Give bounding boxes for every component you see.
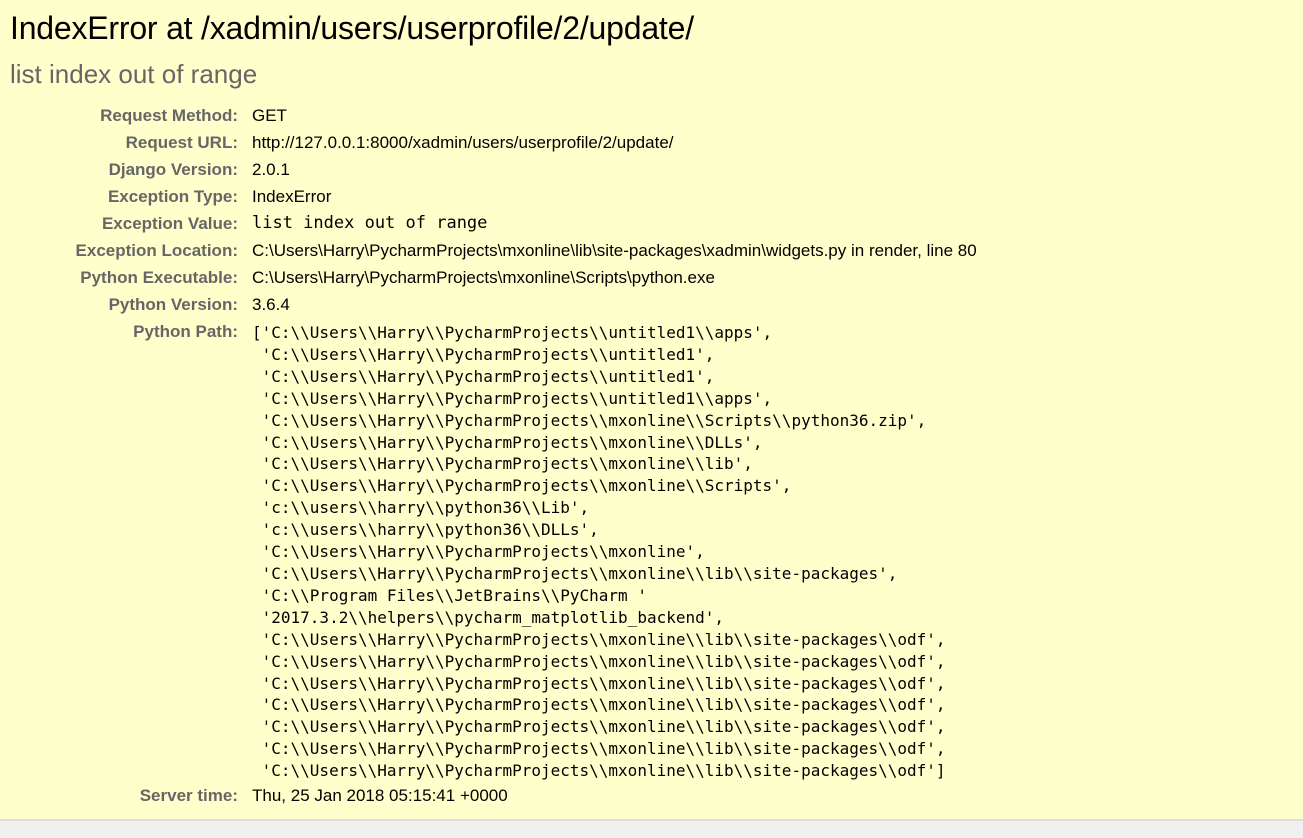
request-url-label: Request URL: (125, 133, 238, 152)
exception-type-value: IndexError (252, 187, 332, 206)
request-meta-table: Request Method: GET Request URL: http://… (10, 102, 977, 809)
django-version-label: Django Version: (108, 160, 238, 179)
error-summary: IndexError at /xadmin/users/userprofile/… (0, 0, 1303, 820)
server-time-value: Thu, 25 Jan 2018 05:15:41 +0000 (252, 786, 508, 806)
python-path-value: ['C:\\Users\\Harry\\PycharmProjects\\unt… (252, 323, 946, 781)
meta-row-exception-type: Exception Type: IndexError (10, 183, 977, 210)
meta-row-python-version: Python Version: 3.6.4 (10, 291, 977, 318)
meta-row-exception-location: Exception Location: C:\Users\Harry\Pycha… (10, 237, 977, 264)
python-path-cell: ['C:\\Users\\Harry\\PycharmProjects\\unt… (252, 318, 977, 782)
page-bottom-edge (0, 820, 1303, 838)
python-version-label: Python Version: (108, 295, 238, 314)
server-time-label: Server time: (139, 786, 238, 806)
python-executable-value: C:\Users\Harry\PycharmProjects\mxonline\… (252, 268, 715, 287)
django-version-value: 2.0.1 (252, 160, 290, 179)
meta-row-django-version: Django Version: 2.0.1 (10, 156, 977, 183)
meta-row-request-url: Request URL: http://127.0.0.1:8000/xadmi… (10, 129, 977, 156)
page-title: IndexError at /xadmin/users/userprofile/… (10, 10, 694, 46)
python-executable-label: Python Executable: (80, 268, 238, 287)
exception-value-value: list index out of range (252, 213, 488, 233)
exception-value-label: Exception Value: (101, 214, 238, 233)
exception-location-label: Exception Location: (75, 241, 238, 260)
meta-row-exception-value: Exception Value: list index out of range (10, 210, 977, 237)
python-version-value: 3.6.4 (252, 295, 290, 314)
exception-type-label: Exception Type: (107, 187, 238, 206)
request-url-value: http://127.0.0.1:8000/xadmin/users/userp… (252, 133, 674, 152)
meta-row-python-executable: Python Executable: C:\Users\Harry\Pychar… (10, 264, 977, 291)
exception-location-value: C:\Users\Harry\PycharmProjects\mxonline\… (252, 241, 977, 260)
python-path-label: Python Path: (133, 322, 238, 341)
request-method-label: Request Method: (100, 106, 238, 125)
meta-row-python-path: Python Path: ['C:\\Users\\Harry\\Pycharm… (10, 318, 977, 782)
error-message: list index out of range (10, 59, 258, 89)
request-method-value: GET (252, 106, 287, 125)
meta-row-server-time: Server time: Thu, 25 Jan 2018 05:15:41 +… (10, 782, 977, 809)
meta-row-request-method: Request Method: GET (10, 102, 977, 129)
